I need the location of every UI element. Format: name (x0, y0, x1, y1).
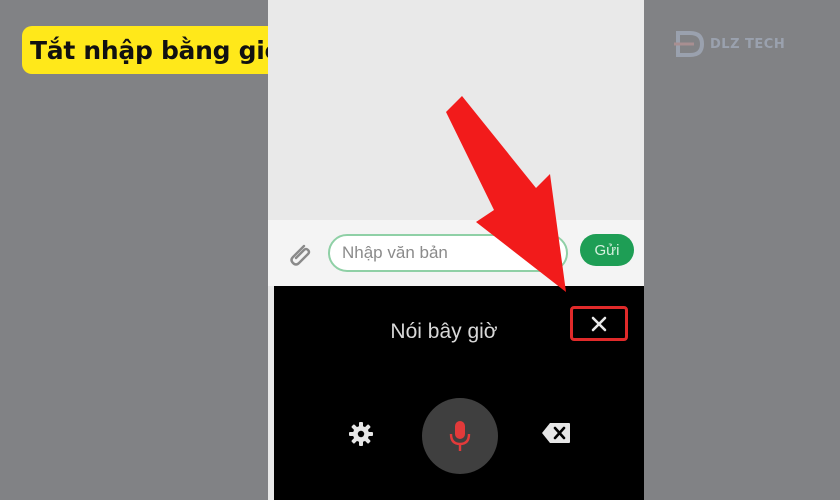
gear-icon (349, 421, 373, 446)
backspace-button[interactable] (540, 422, 572, 446)
voice-settings-button[interactable] (346, 420, 376, 450)
voice-input-panel: Nói bây giờ (274, 286, 644, 500)
microphone-icon (449, 421, 471, 451)
watermark-logo: DLZ TECH (672, 24, 802, 64)
paperclip-icon[interactable] (284, 240, 314, 270)
backspace-icon (542, 423, 570, 443)
close-voice-button[interactable] (570, 306, 628, 341)
chat-messages-area (268, 0, 644, 220)
close-icon (591, 316, 607, 331)
watermark-text: DLZ TECH (710, 36, 786, 52)
send-button[interactable]: Gửi (580, 234, 634, 266)
microphone-button[interactable] (422, 398, 498, 474)
message-input[interactable] (328, 234, 568, 272)
phone-screen: Gửi Nói bây giờ (268, 0, 644, 500)
message-input-bar: Gửi (268, 220, 644, 286)
logo-icon (674, 31, 705, 57)
